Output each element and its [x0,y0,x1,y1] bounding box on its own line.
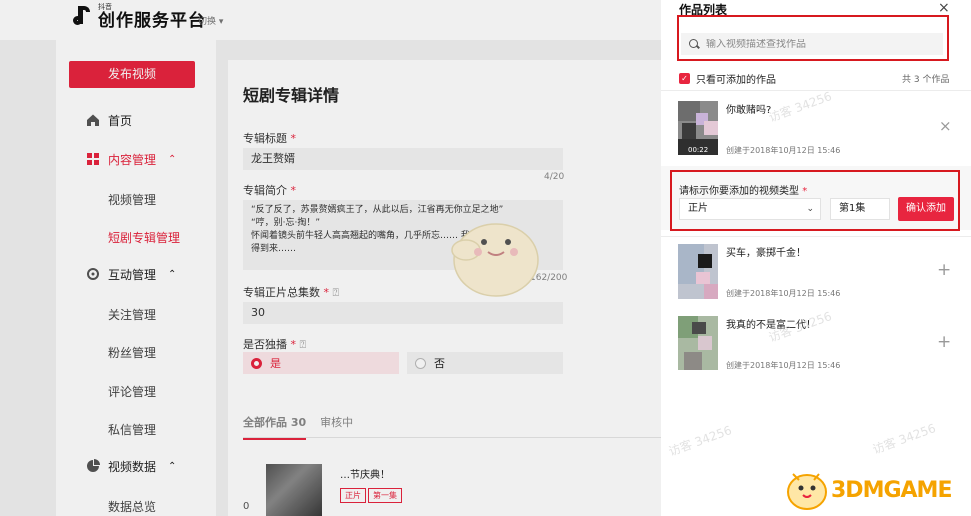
remove-icon[interactable]: × [939,117,952,135]
filter-label: 只看可添加的作品 [696,75,776,86]
divider [661,236,971,237]
works-drawer: 作品列表 × ✓ 只看可添加的作品 共 3 个作品 00:22 你敢赌吗? 创建… [661,0,971,516]
works-total-count: 共 3 个作品 [902,75,950,85]
video-thumbnail: 00:22 [678,101,718,155]
video-type-label: 请标示你要添加的视频类型 * [679,186,808,197]
3dmgame-logo: 3DMGAME [783,466,968,514]
list-item[interactable]: 买车，豪掷千金！ 创建于2018年10月12日 15:46 + [678,244,958,304]
modal-backdrop[interactable] [0,0,661,516]
brand-text: 3DMGAME [831,478,952,503]
video-date: 创建于2018年10月12日 15:46 [726,146,841,155]
video-thumbnail [678,316,718,370]
video-date: 创建于2018年10月12日 15:46 [726,289,841,298]
video-type-select[interactable]: 正片 ⌄ [679,198,821,220]
add-icon[interactable]: + [937,332,951,352]
filter-addable[interactable]: ✓ 只看可添加的作品 [679,71,776,86]
search-box[interactable] [681,33,943,55]
video-title: 你敢赌吗? [726,105,772,116]
add-icon[interactable]: + [937,260,951,280]
video-title: 买车，豪掷千金！ [726,248,806,259]
close-icon[interactable]: × [938,0,950,16]
watermark: 访客 34256 [666,423,734,459]
list-item[interactable]: 00:22 你敢赌吗? 创建于2018年10月12日 15:46 × [678,101,958,157]
video-date: 创建于2018年10月12日 15:46 [726,361,841,370]
chevron-down-icon: ⌄ [806,204,814,214]
episode-input[interactable]: 第1集 [830,198,890,220]
video-duration: 00:22 [688,146,709,154]
chick-mascot-icon [787,473,827,510]
video-thumbnail [678,244,718,299]
checkbox-checked-icon[interactable]: ✓ [679,73,690,84]
search-icon [689,39,699,49]
watermark: 访客 34256 [870,421,938,457]
select-value: 正片 [688,203,708,214]
confirm-add-button[interactable]: 确认添加 [898,197,954,221]
search-input[interactable] [706,38,926,50]
